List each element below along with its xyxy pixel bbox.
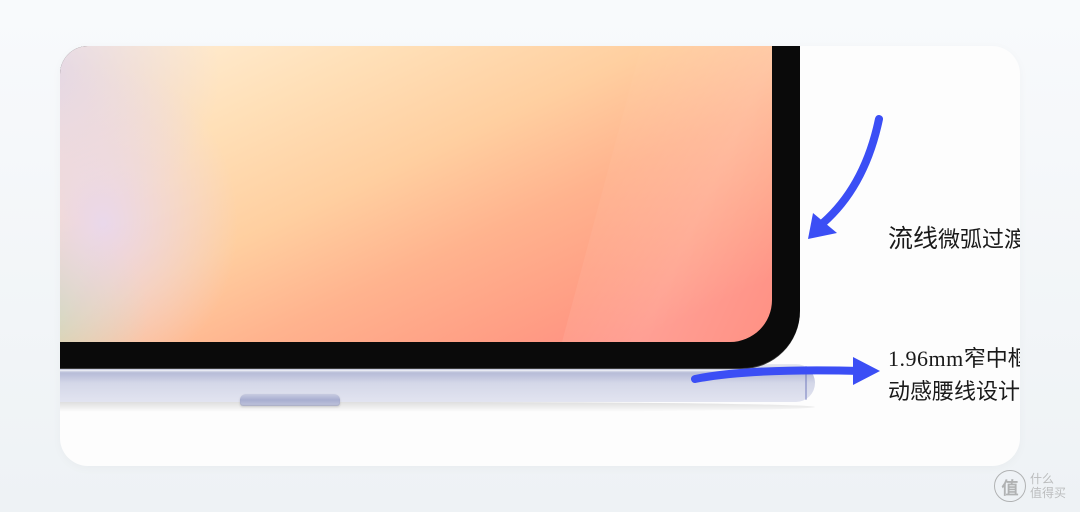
shadow [60, 402, 815, 412]
annotation-bottom-line2: 动感腰线设计 [888, 375, 1020, 408]
watermark-icon: 值 [994, 470, 1026, 502]
annotation-top: 流线微弧过渡 [888, 221, 1020, 259]
watermark-line2: 值得买 [1030, 486, 1066, 500]
product-card: 流线微弧过渡 1.96mm窄中框 动感腰线设计 [60, 46, 1020, 466]
screen-reflection [554, 46, 772, 342]
arrow-bottom [690, 354, 880, 389]
phone-screen-wallpaper [60, 46, 772, 342]
watermark-line1: 什么 [1030, 472, 1066, 486]
annotation-measurement: 1.96mm [888, 346, 964, 371]
watermark: 值 什么 值得买 [994, 470, 1066, 502]
annotation-bottom: 1.96mm窄中框 动感腰线设计 [888, 342, 1020, 408]
annotation-bottom-line1-rest: 窄中框 [964, 346, 1020, 371]
phone-side-button [240, 394, 340, 406]
annotation-top-emphasis: 流线 [888, 225, 938, 253]
watermark-text: 什么 值得买 [1030, 472, 1066, 501]
annotation-top-rest: 微弧过渡 [938, 227, 1020, 252]
phone-render [60, 46, 805, 401]
arrow-top [807, 111, 897, 246]
phone-bezel [60, 46, 800, 369]
